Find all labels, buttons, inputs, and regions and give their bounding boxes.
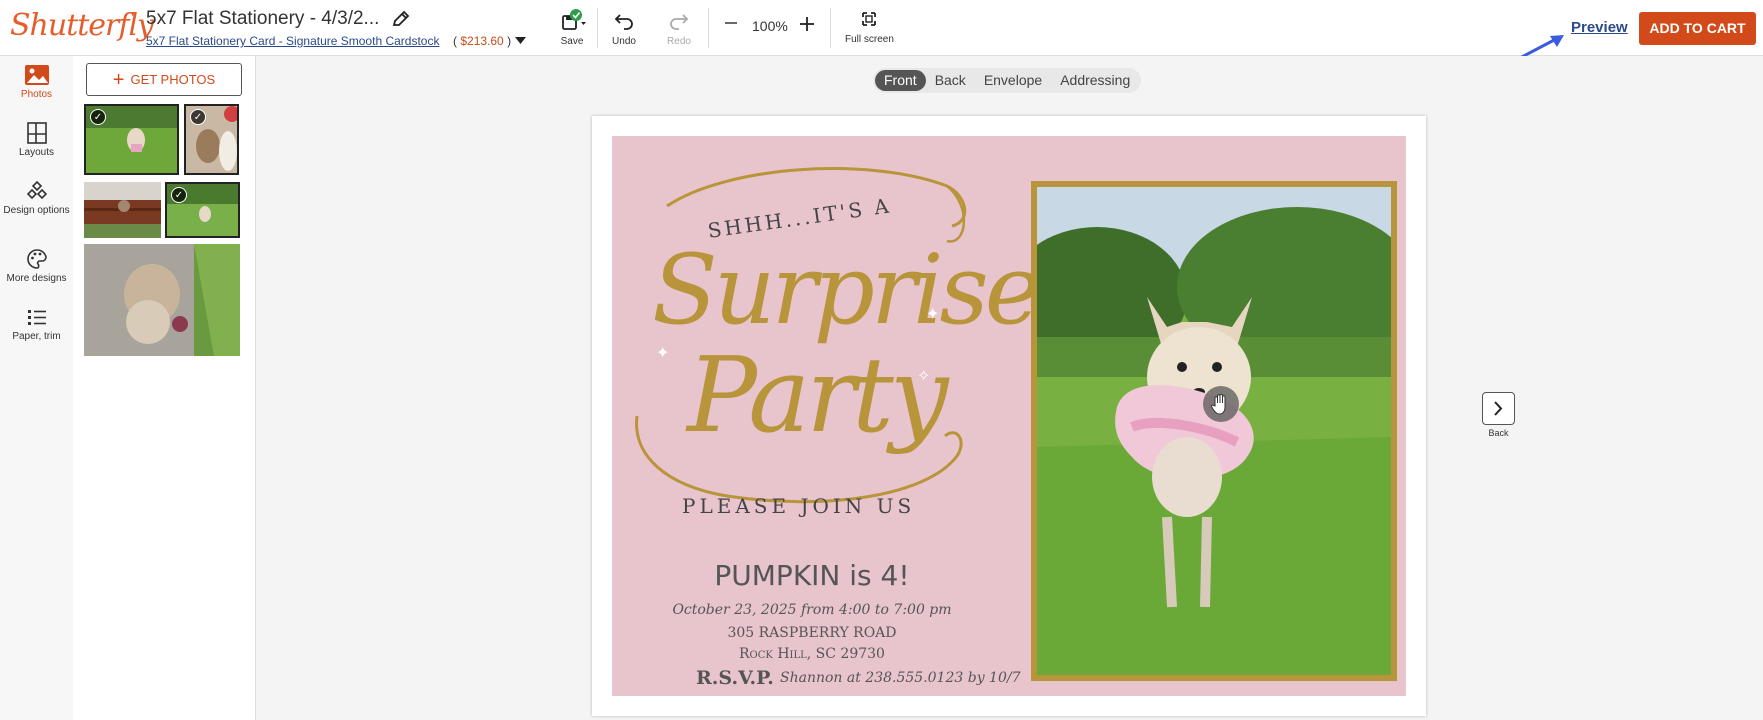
- project-title: 5x7 Flat Stationery - 4/3/2...: [146, 8, 380, 29]
- tab-addressing[interactable]: Addressing: [1051, 70, 1139, 91]
- card-rsvp-detail[interactable]: Shannon at 238.555.0123 by 10/7: [780, 670, 1021, 686]
- redo-icon: [670, 14, 689, 30]
- rail-item-photos[interactable]: Photos: [0, 64, 73, 101]
- chevron-down-icon[interactable]: [514, 35, 527, 45]
- layouts-icon: [26, 122, 47, 144]
- photo-thumbnail[interactable]: ✓: [84, 104, 179, 175]
- tab-envelope[interactable]: Envelope: [975, 70, 1051, 91]
- photo-icon: [24, 65, 49, 85]
- zoom-out-icon[interactable]: [722, 14, 740, 32]
- product-link[interactable]: 5x7 Flat Stationery Card - Signature Smo…: [146, 34, 439, 48]
- card-line-please-join[interactable]: PLEASE JOIN US: [682, 494, 915, 518]
- list-icon: [27, 310, 46, 325]
- photo-thumbnail[interactable]: [84, 244, 240, 356]
- check-icon: ✓: [90, 109, 106, 125]
- hand-icon: [1210, 393, 1226, 415]
- star-icon: ✦: [656, 345, 670, 362]
- dog-on-bench-photo: [84, 182, 161, 238]
- card-address-line2[interactable]: Rock Hill, SC 29730: [612, 646, 1012, 662]
- card-rsvp[interactable]: R.S.V.P.: [696, 667, 774, 689]
- rail-label-design-options: Design options: [3, 205, 70, 216]
- check-icon: ✓: [190, 109, 206, 125]
- move-handle[interactable]: [1203, 386, 1239, 422]
- card-photo-slot[interactable]: [1031, 181, 1397, 681]
- toolbar-divider: [708, 8, 709, 48]
- tab-front[interactable]: Front: [875, 70, 926, 91]
- redo-label: Redo: [667, 36, 691, 47]
- save-icon: [562, 9, 586, 30]
- zoom-level: 100%: [752, 18, 788, 34]
- rail-label-layouts: Layouts: [18, 147, 55, 158]
- fullscreen-button[interactable]: Full screen: [845, 8, 894, 45]
- price-close-paren: ): [507, 34, 512, 48]
- save-label: Save: [560, 36, 584, 47]
- design-options-icon: [26, 180, 47, 200]
- price-display: ( $213.60 ): [453, 34, 511, 48]
- plus-icon: +: [112, 69, 125, 91]
- dog-with-toy-photo: [1037, 187, 1391, 675]
- undo-icon: [614, 14, 633, 30]
- price-value: $213.60: [460, 34, 504, 48]
- card-headline[interactable]: PUMPKIN is 4!: [612, 559, 1012, 592]
- card-address-line1[interactable]: 305 RASPBERRY ROAD: [612, 625, 1012, 641]
- rail-item-design-options[interactable]: Design options: [0, 180, 73, 217]
- rail-item-paper-trim[interactable]: Paper, trim: [0, 306, 73, 343]
- save-button[interactable]: Save: [557, 8, 587, 47]
- get-photos-label: GET PHOTOS: [130, 72, 216, 87]
- photos-panel: + GET PHOTOS ✓ ✓ ✓: [73, 56, 256, 720]
- chevron-right-icon: [1494, 401, 1503, 416]
- view-tabs: Front Back Envelope Addressing: [873, 68, 1142, 93]
- card-line-party[interactable]: Party: [687, 334, 949, 456]
- card-background: SHHH...IT'S A Surprise Party PLEASE JOIN…: [612, 136, 1406, 696]
- photo-thumbnail[interactable]: ✓: [184, 104, 239, 175]
- card-date[interactable]: October 23, 2025 from 4:00 to 7:00 pm: [612, 602, 1012, 618]
- card-preview[interactable]: SHHH...IT'S A Surprise Party PLEASE JOIN…: [592, 116, 1426, 716]
- rail-item-layouts[interactable]: Layouts: [0, 122, 73, 159]
- rail-label-photos: Photos: [20, 89, 53, 100]
- undo-button[interactable]: Undo: [612, 8, 636, 47]
- card-line-surprise[interactable]: Surprise: [652, 234, 1042, 346]
- design-canvas: Front Back Envelope Addressing SHHH...IT'S …: [256, 56, 1763, 720]
- fullscreen-icon: [862, 12, 877, 26]
- zoom-in-icon[interactable]: [797, 14, 817, 34]
- photo-thumbnail[interactable]: ✓: [165, 182, 240, 238]
- get-photos-button[interactable]: + GET PHOTOS: [86, 63, 242, 96]
- next-page-button[interactable]: [1482, 392, 1515, 425]
- fullscreen-label: Full screen: [845, 34, 894, 45]
- left-rail: Photos Layouts Design options More desig…: [0, 56, 73, 720]
- preview-link[interactable]: Preview: [1571, 19, 1628, 36]
- star-icon: ✧: [917, 368, 931, 385]
- price-open-paren: (: [453, 34, 457, 48]
- add-to-cart-button[interactable]: ADD TO CART: [1639, 12, 1756, 45]
- star-icon: ✦: [926, 306, 940, 323]
- toolbar-divider: [830, 8, 831, 48]
- dog-on-walkway-photo: [84, 244, 240, 356]
- photo-thumbnail[interactable]: [84, 182, 161, 238]
- undo-label: Undo: [612, 36, 636, 47]
- shutterfly-logo[interactable]: Shutterfly: [10, 8, 154, 43]
- rail-label-paper-trim: Paper, trim: [12, 331, 61, 342]
- check-icon: ✓: [171, 187, 187, 203]
- rail-item-more-designs[interactable]: More designs: [0, 248, 73, 285]
- redo-button[interactable]: Redo: [667, 8, 691, 47]
- toolbar-divider: [597, 8, 598, 48]
- pencil-icon[interactable]: [390, 8, 412, 30]
- palette-icon: [26, 249, 47, 269]
- next-page-label: Back: [1488, 428, 1509, 438]
- tab-back[interactable]: Back: [926, 70, 975, 91]
- rail-label-more-designs: More designs: [6, 273, 67, 284]
